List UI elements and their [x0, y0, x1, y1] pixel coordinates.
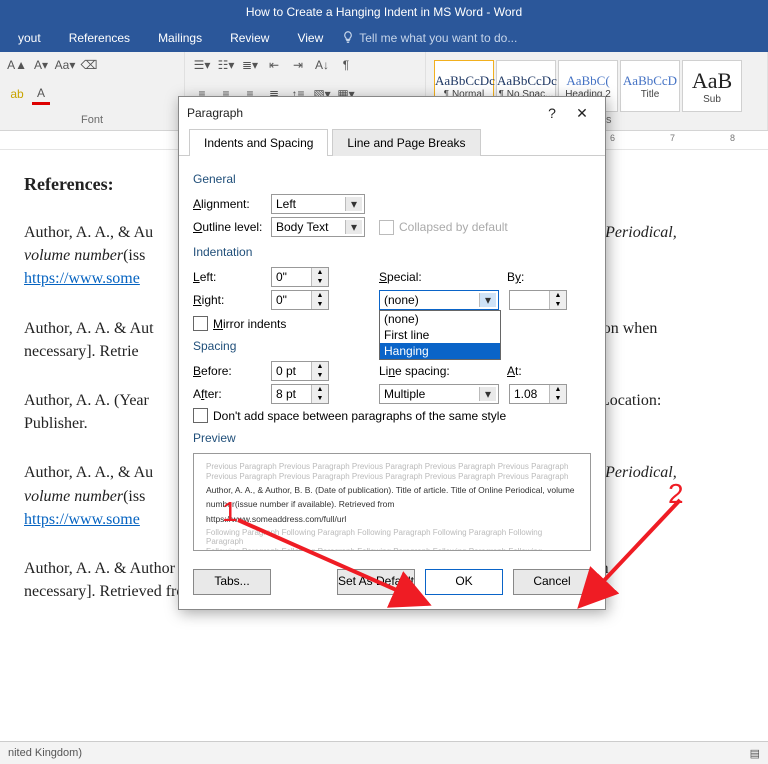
chevron-down-icon[interactable]: ▼ — [312, 277, 328, 286]
pilcrow-icon[interactable]: ¶ — [337, 56, 355, 74]
clear-format-icon[interactable]: ⌫ — [80, 56, 98, 74]
indent-left-label: Left: — [193, 270, 271, 284]
chevron-down-icon[interactable]: ▼ — [550, 300, 566, 309]
numbering-icon[interactable]: ☷▾ — [217, 56, 235, 74]
highlight-icon[interactable]: ab — [8, 85, 26, 103]
linespacing-dropdown[interactable]: Multiple▾ — [379, 384, 499, 404]
section-general: General — [193, 172, 591, 186]
style-title[interactable]: AaBbCcDTitle — [620, 60, 680, 112]
indent-right-label: Right: — [193, 293, 271, 307]
collapsed-label: Collapsed by default — [399, 220, 508, 234]
linespacing-label: Line spacing: — [379, 364, 465, 378]
bullets-icon[interactable]: ☰▾ — [193, 56, 211, 74]
chevron-down-icon: ▾ — [345, 220, 362, 234]
chevron-up-icon[interactable]: ▲ — [550, 385, 566, 394]
tab-indents-spacing[interactable]: Indents and Spacing — [189, 129, 328, 156]
tabs-button[interactable]: Tabs... — [193, 569, 271, 595]
multilevel-icon[interactable]: ≣▾ — [241, 56, 259, 74]
bulb-icon — [341, 30, 355, 44]
mirror-label: Mirror indents — [213, 317, 286, 331]
cancel-button[interactable]: Cancel — [513, 569, 591, 595]
chevron-down-icon: ▾ — [479, 387, 496, 401]
reference-link[interactable]: https://www.some — [24, 270, 140, 287]
chevron-down-icon[interactable]: ▼ — [312, 300, 328, 309]
dontadd-label: Don't add space between paragraphs of th… — [213, 409, 506, 423]
sort-icon[interactable]: A↓ — [313, 56, 331, 74]
outline-dropdown[interactable]: Body Text▾ — [271, 217, 365, 237]
dialog-title: Paragraph — [187, 106, 243, 120]
font-shrink-icon[interactable]: A▾ — [32, 56, 50, 74]
indent-right-spinner[interactable]: 0"▲▼ — [271, 290, 329, 310]
chevron-up-icon[interactable]: ▲ — [550, 291, 566, 300]
group-label-font: Font — [8, 114, 176, 126]
tab-mailings[interactable]: Mailings — [144, 24, 216, 52]
special-label: Special: — [379, 270, 451, 284]
set-default-button[interactable]: Set As Default — [337, 569, 415, 595]
status-bar: nited Kingdom) ▤ — [0, 741, 768, 764]
special-dropdown-list: (none) First line Hanging — [379, 310, 501, 360]
special-option-firstline[interactable]: First line — [380, 327, 500, 343]
style-subtitle[interactable]: AaBSub — [682, 60, 742, 112]
tab-references[interactable]: References — [55, 24, 144, 52]
by-spinner[interactable]: ▲▼ — [509, 290, 567, 310]
language-status[interactable]: nited Kingdom) — [8, 747, 82, 759]
tab-line-page-breaks[interactable]: Line and Page Breaks — [332, 129, 480, 156]
view-buttons[interactable]: ▤ — [750, 747, 760, 760]
help-button[interactable]: ? — [537, 105, 567, 121]
preview-box: Previous Paragraph Previous Paragraph Pr… — [193, 453, 591, 551]
section-preview: Preview — [193, 431, 591, 445]
special-option-hanging[interactable]: Hanging — [380, 343, 500, 359]
app-title: How to Create a Hanging Indent in MS Wor… — [0, 0, 768, 24]
chevron-down-icon: ▾ — [479, 293, 496, 307]
chevron-down-icon[interactable]: ▼ — [312, 394, 328, 403]
by-label: By: — [507, 270, 547, 284]
after-label: After: — [193, 387, 271, 401]
tell-me[interactable]: Tell me what you want to do... — [337, 24, 531, 52]
indent-left-spinner[interactable]: 0"▲▼ — [271, 267, 329, 287]
chevron-up-icon[interactable]: ▲ — [312, 362, 328, 371]
alignment-label: Alignment: — [193, 197, 271, 211]
outdent-icon[interactable]: ⇤ — [265, 56, 283, 74]
at-spinner[interactable]: 1.08▲▼ — [509, 384, 567, 404]
section-indentation: Indentation — [193, 245, 591, 259]
mirror-checkbox[interactable] — [193, 316, 208, 331]
tab-view[interactable]: View — [283, 24, 337, 52]
tab-review[interactable]: Review — [216, 24, 283, 52]
special-dropdown[interactable]: (none)▾ — [379, 290, 499, 310]
font-grow-icon[interactable]: A▲ — [8, 56, 26, 74]
ribbon-tabs: yout References Mailings Review View Tel… — [0, 24, 768, 52]
before-spinner[interactable]: 0 pt▲▼ — [271, 361, 329, 381]
at-label: At: — [507, 364, 547, 378]
indent-icon[interactable]: ⇥ — [289, 56, 307, 74]
ok-button[interactable]: OK — [425, 569, 503, 595]
tab-layout[interactable]: yout — [4, 24, 55, 52]
chevron-up-icon[interactable]: ▲ — [312, 268, 328, 277]
outline-label: Outline level: — [193, 220, 271, 234]
close-button[interactable]: ✕ — [567, 105, 597, 122]
before-label: Before: — [193, 364, 271, 378]
collapsed-checkbox — [379, 220, 394, 235]
alignment-dropdown[interactable]: Left▾ — [271, 194, 365, 214]
chevron-down-icon[interactable]: ▼ — [550, 394, 566, 403]
font-color-icon[interactable]: A — [32, 84, 50, 105]
dontadd-checkbox[interactable] — [193, 408, 208, 423]
paragraph-dialog: Paragraph ? ✕ Indents and Spacing Line a… — [178, 96, 606, 610]
reference-link[interactable]: https://www.some — [24, 511, 140, 528]
chevron-up-icon[interactable]: ▲ — [312, 385, 328, 394]
change-case-icon[interactable]: Aa▾ — [56, 56, 74, 74]
special-option-none[interactable]: (none) — [380, 311, 500, 327]
after-spinner[interactable]: 8 pt▲▼ — [271, 384, 329, 404]
chevron-up-icon[interactable]: ▲ — [312, 291, 328, 300]
chevron-down-icon: ▾ — [345, 197, 362, 211]
chevron-down-icon[interactable]: ▼ — [312, 371, 328, 380]
